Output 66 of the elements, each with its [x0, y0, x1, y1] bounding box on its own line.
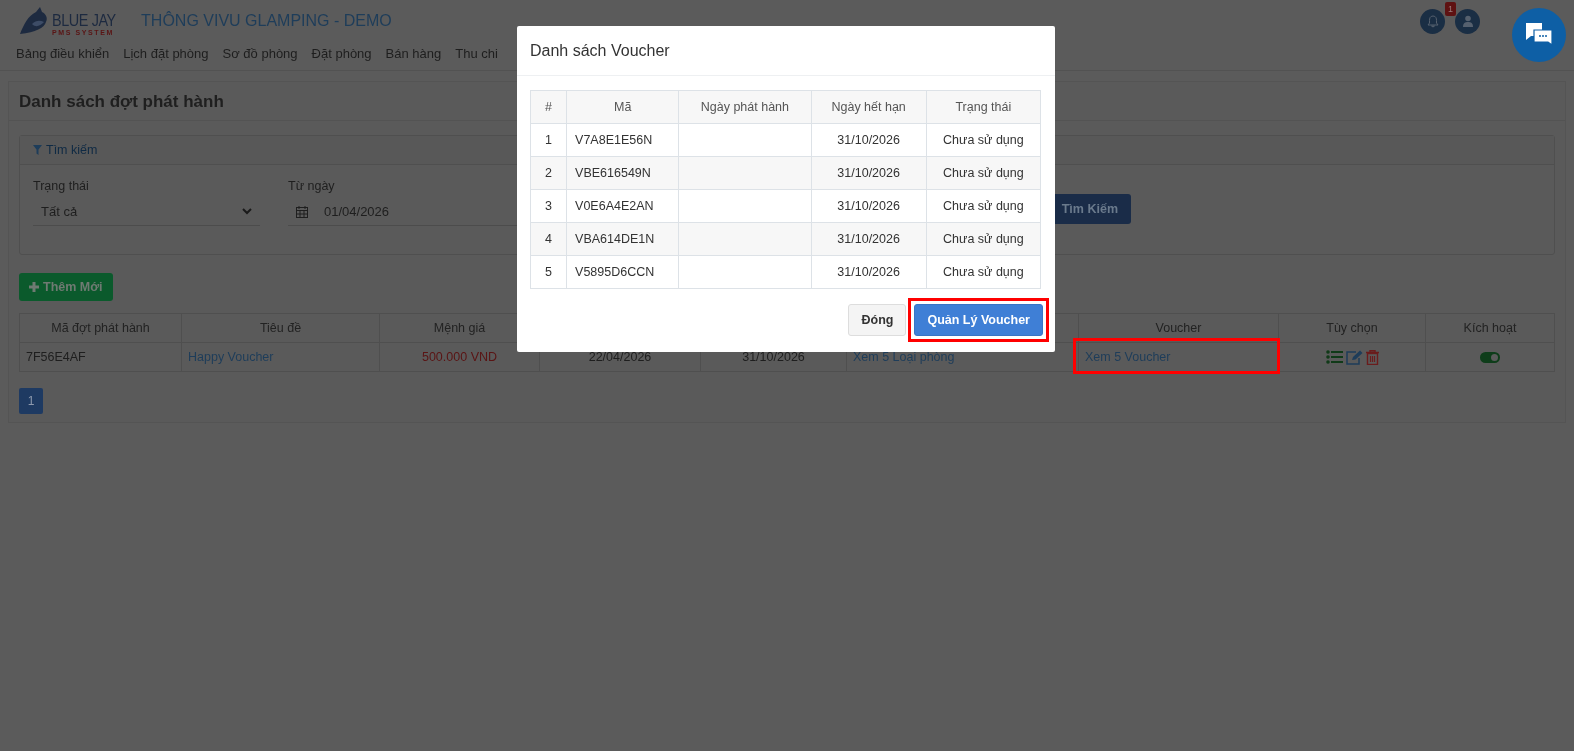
- table-cell: 31/10/2026: [837, 265, 900, 279]
- table-cell: 2: [545, 166, 552, 180]
- table-cell: 7F56E4AF: [26, 350, 86, 364]
- table-cell: Chưa sử dụng: [943, 232, 1024, 246]
- add-new-button[interactable]: Thêm Mới: [19, 273, 113, 301]
- table-cell: V5895D6CCN: [575, 265, 655, 279]
- table-cell: V7A8E1E56N: [575, 133, 653, 147]
- table-cell: VBA614DE1N: [575, 232, 655, 246]
- table-cell: 22/04/2026: [588, 350, 652, 364]
- table-cell: Chưa sử dụng: [943, 199, 1024, 213]
- page-button[interactable]: 1: [19, 388, 43, 414]
- nav-item[interactable]: Sơ đồ phòng: [222, 46, 298, 64]
- column-header: #: [545, 100, 552, 114]
- plus-icon: [29, 282, 39, 292]
- field-label: Trạng thái: [33, 179, 90, 193]
- logo-name: BLUE JAY: [52, 12, 116, 29]
- manage-vouchers-button[interactable]: Quản Lý Voucher: [914, 304, 1043, 336]
- nav-item[interactable]: Bảng điều khiển: [16, 46, 110, 64]
- table-cell: 5: [545, 265, 552, 279]
- user-icon: [1461, 15, 1474, 27]
- chat-button[interactable]: [1512, 8, 1566, 62]
- column-header: Kích hoạt: [1425, 313, 1555, 343]
- table-cell: 4: [545, 232, 552, 246]
- active-toggle[interactable]: [1480, 352, 1500, 364]
- column-header: Voucher: [1078, 313, 1279, 343]
- nav-item[interactable]: Lịch đặt phòng: [123, 46, 209, 64]
- close-button[interactable]: Đóng: [848, 304, 907, 336]
- table-cell: 31/10/2026: [837, 232, 900, 246]
- column-header: Trạng thái: [955, 100, 1012, 114]
- table-cell: 3: [545, 199, 552, 213]
- filter-icon: [33, 145, 42, 155]
- column-header: Ngày hết hạn: [831, 100, 906, 114]
- dialog-title: Danh sách Voucher: [530, 42, 670, 59]
- table-link[interactable]: Xem 5 Voucher: [1085, 350, 1171, 364]
- list-icon[interactable]: [1325, 350, 1343, 365]
- column-header: Mã đợt phát hành: [19, 313, 182, 343]
- table-cell: 31/10/2026: [837, 199, 900, 213]
- table-cell: Chưa sử dụng: [943, 133, 1024, 147]
- notification-count: 1: [1445, 1, 1456, 16]
- status-select[interactable]: Tất cả: [33, 200, 260, 226]
- table-cell: 31/10/2026: [742, 350, 805, 364]
- table-cell: VBE616549N: [575, 166, 651, 180]
- table-cell: Chưa sử dụng: [943, 265, 1024, 279]
- column-header: Ngày phát hành: [700, 100, 790, 114]
- trash-icon[interactable]: [1365, 349, 1379, 365]
- app-title: THÔNG VIVU GLAMPING - DEMO: [141, 12, 392, 30]
- column-header: Tùy chọn: [1278, 313, 1426, 343]
- price-cell: 500.000 VND: [421, 350, 498, 364]
- notification-button[interactable]: [1420, 8, 1445, 34]
- bell-icon: [1426, 14, 1439, 28]
- column-header: Tiêu đề: [181, 313, 380, 343]
- table-cell: 31/10/2026: [837, 133, 900, 147]
- field-label: Từ ngày: [288, 179, 336, 193]
- user-button[interactable]: [1455, 8, 1480, 34]
- table-cell: 1: [545, 133, 552, 147]
- edit-icon[interactable]: [1345, 349, 1363, 365]
- chevron-down-icon: [242, 208, 252, 215]
- nav-item[interactable]: Thu chi: [455, 46, 498, 64]
- calendar-icon: [296, 205, 308, 218]
- nav-item[interactable]: Bán hàng: [385, 46, 442, 64]
- table-cell: 31/10/2026: [837, 166, 900, 180]
- table-cell: Chưa sử dụng: [943, 166, 1024, 180]
- search-title: Tìm kiếm: [46, 143, 98, 157]
- column-header: Mã: [614, 100, 632, 114]
- table-cell: V0E6A4E2AN: [575, 199, 654, 213]
- nav-item[interactable]: Đặt phòng: [311, 46, 372, 64]
